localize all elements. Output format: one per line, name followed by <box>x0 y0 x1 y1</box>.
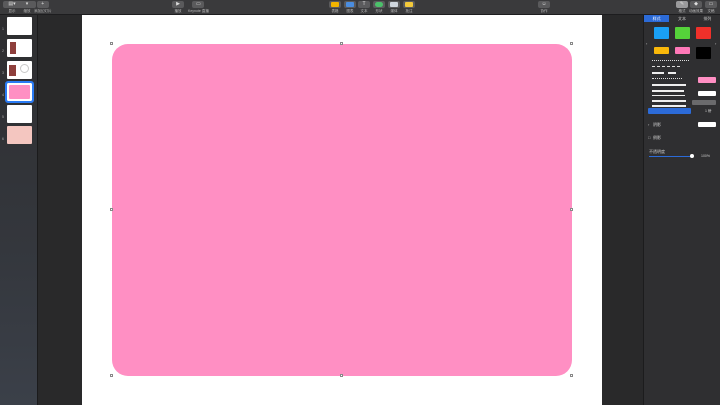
slide-thumbnail[interactable] <box>7 126 32 144</box>
style-swatch-red[interactable] <box>696 27 711 39</box>
tab-arrange[interactable]: 排列 <box>695 15 720 22</box>
reflection-label: 倒影 <box>653 135 661 140</box>
table-icon <box>329 1 341 8</box>
slide-thumbnail[interactable] <box>7 105 32 123</box>
style-swatch-yellow[interactable] <box>654 47 669 54</box>
resize-handle[interactable] <box>110 208 113 211</box>
opacity-label: 不透明度 <box>649 149 665 154</box>
format-icon: ✎ <box>676 1 688 8</box>
add-slide-icon: + <box>36 1 49 8</box>
chart-icon <box>344 1 356 8</box>
opacity-value-field[interactable]: 100% <box>701 154 710 158</box>
shape-icon <box>373 1 385 8</box>
selected-line-style[interactable] <box>648 108 691 114</box>
resize-handle[interactable] <box>570 42 573 45</box>
tab-style[interactable]: 样式 <box>644 15 670 22</box>
shadow-popup[interactable] <box>698 122 716 127</box>
slide-thumbnail[interactable] <box>7 17 32 35</box>
line-width-value[interactable]: 1 磅 <box>705 109 711 114</box>
collaborate-icon: ☺ <box>538 1 550 8</box>
resize-handle[interactable] <box>340 374 343 377</box>
resize-handle[interactable] <box>570 374 573 377</box>
animate-button[interactable]: ◆ 动画效果 <box>689 1 703 13</box>
collaborate-button[interactable]: ☺ 协作 <box>538 1 550 13</box>
tab-text[interactable]: 文本 <box>669 15 694 22</box>
line-color-well[interactable] <box>698 91 716 96</box>
style-swatch-black[interactable] <box>696 47 711 59</box>
play-icon: ▶ <box>172 1 184 8</box>
play-button[interactable]: ▶ 播放 <box>172 1 184 13</box>
comment-button[interactable]: 批注 <box>403 1 415 13</box>
slide-thumbnail[interactable] <box>7 39 32 57</box>
style-swatch-blue[interactable] <box>654 27 669 39</box>
line-width-slider[interactable] <box>692 100 716 105</box>
add-slide-button[interactable]: + 添加幻灯片 <box>34 1 52 13</box>
table-button[interactable]: 表格 <box>329 1 341 13</box>
chart-button[interactable]: 图表 <box>344 1 356 13</box>
opacity-slider-knob[interactable] <box>690 154 694 158</box>
text-button[interactable]: T 文本 <box>358 1 370 13</box>
slide[interactable] <box>82 15 602 405</box>
comment-icon <box>403 1 415 8</box>
reflection-checkbox[interactable]: □ <box>648 135 650 140</box>
resize-handle[interactable] <box>110 42 113 45</box>
resize-handle[interactable] <box>570 208 573 211</box>
text-icon: T <box>358 1 370 8</box>
shadow-label: 阴影 <box>653 122 661 127</box>
pink-rounded-rectangle[interactable] <box>112 44 572 376</box>
slide-thumbnail-selected[interactable] <box>5 81 34 103</box>
format-inspector: 样式 文本 排列 ‹ › 1 磅 › 阴影 □ 倒影 不透明度 100% <box>643 15 720 405</box>
keynote-live-icon: ▭ <box>192 1 205 8</box>
inspector-tabs: 样式 文本 排列 <box>644 15 720 22</box>
keynote-window: ▤▾ 显示 ▾ 缩放 + 添加幻灯片 ▶ 播放 ▭ Keynote 直播 表格 … <box>0 0 720 405</box>
resize-handle[interactable] <box>110 374 113 377</box>
format-button[interactable]: ✎ 格式 <box>676 1 688 13</box>
fill-color-well[interactable] <box>698 77 716 83</box>
chevron-left-icon[interactable]: ‹ <box>646 41 647 46</box>
media-icon <box>388 1 400 8</box>
opacity-slider[interactable] <box>649 156 692 157</box>
slide-canvas[interactable] <box>38 15 643 405</box>
slide-thumbnail[interactable] <box>7 61 32 79</box>
disclosure-triangle-icon[interactable]: › <box>648 122 649 127</box>
animate-icon: ◆ <box>690 1 702 8</box>
document-icon: ▭ <box>705 1 717 8</box>
keynote-live-button[interactable]: ▭ Keynote 直播 <box>188 1 209 13</box>
style-swatch-pink[interactable] <box>675 47 690 54</box>
style-swatch-green[interactable] <box>675 27 690 39</box>
slide-navigator: 1 2 3 4 5 6 <box>0 15 38 405</box>
document-button[interactable]: ▭ 文稿 <box>705 1 717 13</box>
chevron-right-icon[interactable]: › <box>715 41 716 46</box>
resize-handle[interactable] <box>340 42 343 45</box>
shape-button[interactable]: 形状 <box>373 1 385 13</box>
media-button[interactable]: 媒体 <box>388 1 400 13</box>
toolbar: ▤▾ 显示 ▾ 缩放 + 添加幻灯片 ▶ 播放 ▭ Keynote 直播 表格 … <box>0 0 720 15</box>
